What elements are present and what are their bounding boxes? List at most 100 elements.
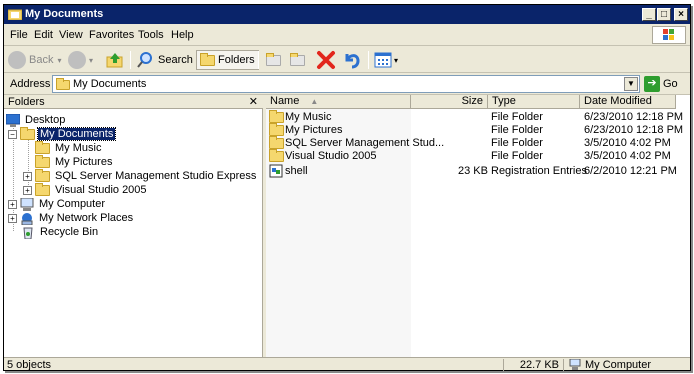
file-type: File Folder	[491, 150, 543, 162]
menu-edit[interactable]: Edit	[34, 29, 53, 41]
desktop-icon	[6, 113, 20, 127]
file-name: shell	[285, 165, 308, 177]
recycle-bin-icon	[23, 227, 33, 239]
go-button[interactable]: ➔ Go	[644, 75, 688, 93]
file-type: File Folder	[491, 124, 543, 136]
address-bar: Address My Documents ▼ ➔ Go	[4, 73, 690, 95]
back-button[interactable]: Back ▾	[8, 50, 61, 70]
file-list-pane: Name ▲ Size Type Date Modified My Music …	[266, 95, 690, 357]
tree-label: My Network Places	[39, 212, 134, 224]
file-row[interactable]: SQL Server Management Stud... File Folde…	[266, 136, 690, 150]
tree-item-sql-server[interactable]: + SQL Server Management Studio Express	[23, 168, 258, 183]
column-header-size[interactable]: Size	[411, 95, 488, 109]
tree-item-my-network-places[interactable]: + My Network Places	[8, 211, 135, 225]
move-to-button[interactable]	[266, 50, 284, 70]
file-row[interactable]: My Music File Folder 6/23/2010 12:18 PM	[266, 110, 690, 124]
tree-item-my-pictures[interactable]: My Pictures	[35, 154, 114, 169]
file-name: My Pictures	[285, 124, 343, 136]
up-folder-icon	[106, 53, 123, 68]
search-label: Search	[158, 54, 193, 66]
toolbar-separator	[130, 51, 131, 69]
file-name: SQL Server Management Stud...	[285, 137, 445, 149]
minimize-button[interactable]: _	[642, 8, 656, 21]
search-button[interactable]: Search	[136, 50, 193, 70]
tree-item-visual-studio[interactable]: + Visual Studio 2005	[23, 182, 149, 197]
column-header-name[interactable]: Name ▲	[266, 95, 411, 109]
tree-item-my-computer[interactable]: + My Computer	[8, 197, 107, 211]
forward-button[interactable]: ▾	[68, 50, 93, 70]
menu-view[interactable]: View	[59, 29, 83, 41]
go-arrow-icon: ➔	[644, 76, 660, 92]
menu-bar: File Edit View Favorites Tools Help	[4, 24, 690, 46]
registry-file-icon	[269, 164, 283, 178]
folders-button[interactable]: Folders	[196, 50, 259, 70]
folders-label: Folders	[218, 54, 255, 66]
expand-icon[interactable]: +	[23, 185, 32, 195]
address-label: Address	[10, 78, 51, 90]
close-button[interactable]: ×	[674, 8, 688, 21]
undo-button[interactable]	[342, 50, 362, 70]
toolbar-separator	[258, 51, 259, 69]
column-header-type[interactable]: Type	[488, 95, 580, 109]
file-row[interactable]: My Pictures File Folder 6/23/2010 12:18 …	[266, 123, 690, 137]
expand-icon[interactable]: +	[8, 199, 17, 209]
window-title: My Documents	[25, 8, 104, 20]
column-name-label: Name	[270, 95, 300, 107]
file-name: My Music	[285, 111, 332, 123]
file-row[interactable]: Visual Studio 2005 File Folder 3/5/2010 …	[266, 149, 690, 163]
menu-tools[interactable]: Tools	[138, 29, 164, 41]
file-row[interactable]: shell 23 KB Registration Entries 6/2/201…	[266, 164, 690, 178]
delete-button[interactable]	[316, 50, 336, 70]
folder-icon	[35, 168, 50, 182]
file-date: 6/23/2010 12:18 PM	[584, 124, 684, 136]
folder-icon	[269, 149, 284, 162]
column-size-label: Size	[461, 95, 483, 107]
views-button[interactable]: ▾	[374, 50, 398, 70]
expand-icon[interactable]: +	[8, 213, 17, 223]
tree-item-my-documents[interactable]: − My Documents	[8, 126, 117, 141]
copy-to-icon	[290, 52, 305, 66]
back-arrow-icon	[8, 51, 26, 69]
tree-label: SQL Server Management Studio Express	[55, 170, 257, 182]
copy-to-button[interactable]	[290, 50, 308, 70]
menu-file[interactable]: File	[10, 29, 28, 41]
sort-ascending-icon: ▲	[310, 97, 319, 106]
menu-help[interactable]: Help	[171, 29, 194, 41]
status-location: My Computer	[566, 358, 686, 371]
file-date: 6/2/2010 12:21 PM	[584, 165, 677, 177]
menu-favorites[interactable]: Favorites	[89, 29, 134, 41]
column-header-date[interactable]: Date Modified	[580, 95, 676, 109]
up-folder-button[interactable]	[106, 50, 124, 70]
tree-label: My Music	[55, 142, 102, 154]
tree-item-my-music[interactable]: My Music	[35, 140, 103, 155]
folders-icon	[200, 52, 215, 66]
tree-label: My Documents	[36, 127, 117, 141]
folders-pane: Folders ✕ Desktop − My Documents My Musi…	[4, 95, 263, 357]
tree-item-recycle-bin[interactable]: Recycle Bin	[21, 225, 100, 239]
file-date: 3/5/2010 4:02 PM	[584, 150, 671, 162]
toolbar-separator	[368, 51, 369, 69]
chevron-down-icon: ▾	[57, 55, 62, 65]
maximize-button[interactable]: □	[657, 8, 671, 21]
pictures-folder-icon	[35, 154, 50, 168]
expand-icon[interactable]: +	[23, 171, 32, 181]
delete-x-icon	[317, 51, 335, 69]
go-label: Go	[663, 78, 678, 90]
folder-icon	[269, 136, 284, 149]
status-size: 22.7 KB	[504, 359, 564, 371]
address-dropdown-button[interactable]: ▼	[624, 77, 638, 91]
tree-label: My Pictures	[55, 156, 113, 168]
tree-item-desktop[interactable]: Desktop	[6, 113, 67, 127]
close-pane-icon[interactable]: ✕	[249, 95, 258, 108]
search-icon	[137, 52, 152, 68]
address-input[interactable]: My Documents ▼	[52, 75, 640, 93]
folder-icon	[56, 78, 70, 90]
file-size: 23 KB	[458, 165, 488, 177]
folders-pane-header: Folders ✕	[4, 95, 263, 109]
title-bar[interactable]: My Documents _ □ ×	[4, 5, 690, 24]
status-bar: 5 objects 22.7 KB My Computer	[4, 357, 690, 371]
toolbar: Back ▾ ▾ Search Folders ▾	[4, 47, 690, 73]
folders-pane-title: Folders	[8, 96, 45, 108]
move-to-icon	[266, 52, 281, 66]
collapse-icon[interactable]: −	[8, 129, 17, 139]
